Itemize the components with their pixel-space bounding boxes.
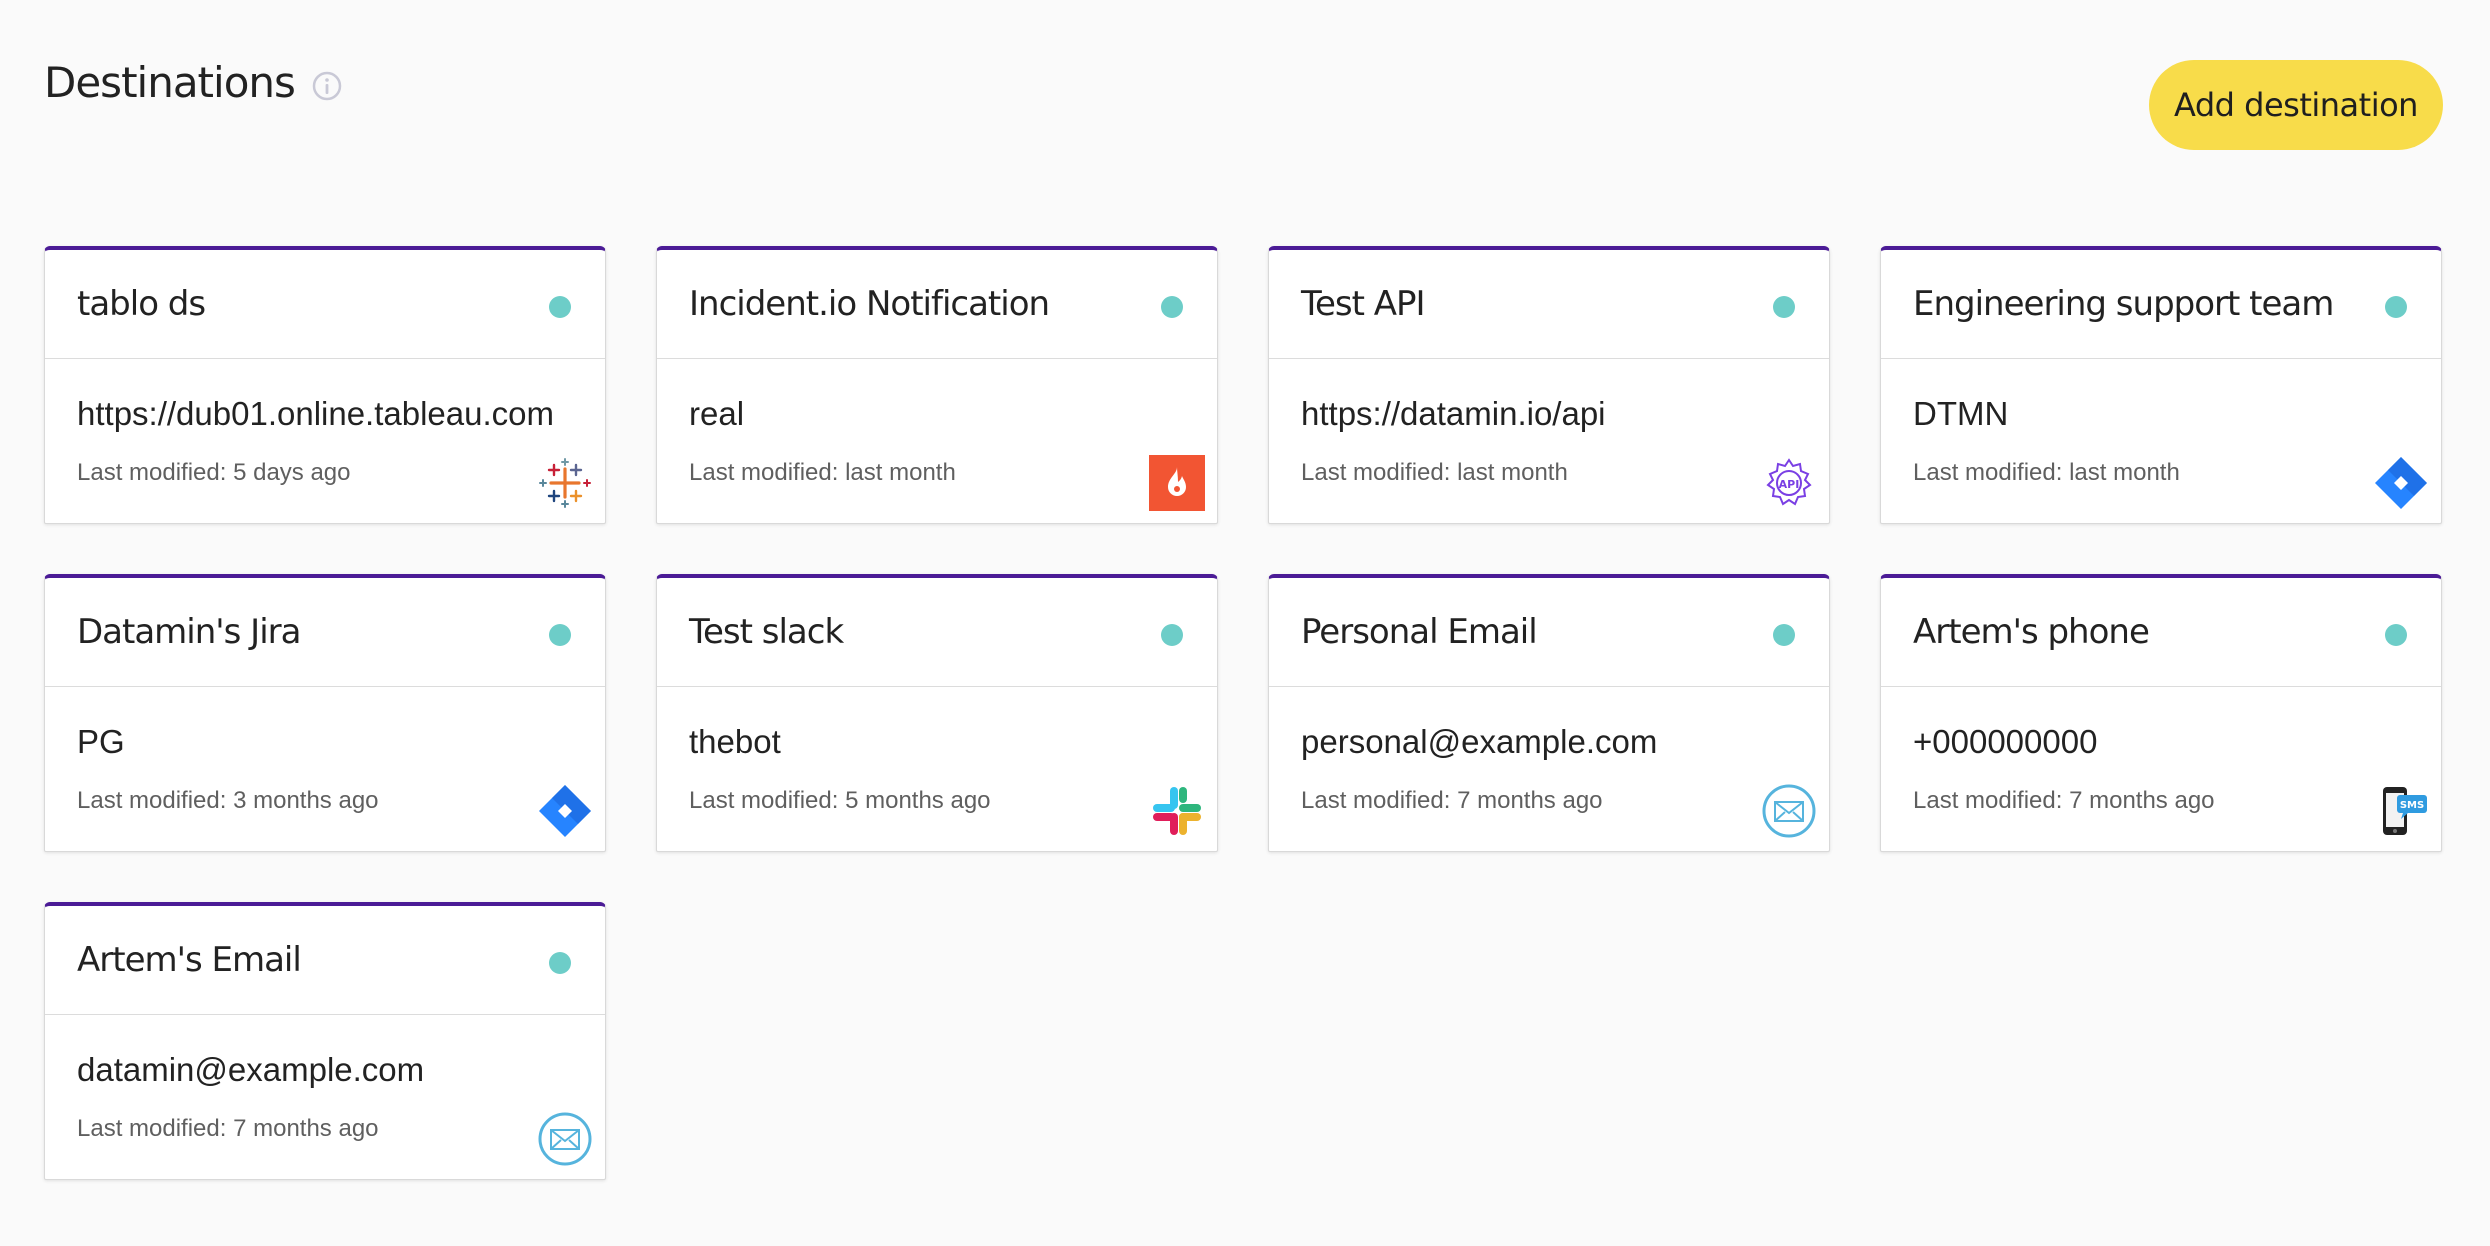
destination-card[interactable]: Engineering support team DTMN Last modifie… bbox=[1880, 246, 2442, 524]
info-icon[interactable] bbox=[311, 70, 343, 102]
card-last-modified: Last modified: last month bbox=[1301, 459, 1568, 486]
status-indicator bbox=[2385, 624, 2407, 646]
card-header: Test API bbox=[1269, 250, 1829, 359]
card-header: Incident.io Notification bbox=[657, 250, 1217, 359]
status-indicator bbox=[1773, 624, 1795, 646]
destination-card[interactable]: Personal Email personal@example.com Last m… bbox=[1268, 574, 1830, 852]
destination-card[interactable]: Artem's phone +000000000 Last modified: 7 … bbox=[1880, 574, 2442, 852]
email-icon bbox=[537, 1111, 593, 1167]
card-title: Datamin's Jira bbox=[77, 612, 301, 652]
card-header: Test slack bbox=[657, 578, 1217, 687]
destination-card[interactable]: Incident.io Notification real Last modifie… bbox=[656, 246, 1218, 524]
status-indicator bbox=[1161, 296, 1183, 318]
card-body: PG Last modified: 3 months ago bbox=[45, 687, 605, 853]
card-title: Test API bbox=[1301, 284, 1426, 324]
card-last-modified: Last modified: last month bbox=[1913, 459, 2180, 486]
destination-card[interactable]: tablo ds https://dub01.online.tableau.com… bbox=[44, 246, 606, 524]
api-gear-icon: API bbox=[1761, 455, 1817, 511]
status-indicator bbox=[549, 624, 571, 646]
card-body: datamin@example.com Last modified: 7 mont… bbox=[45, 1015, 605, 1181]
jira-icon bbox=[537, 783, 593, 839]
card-value: PG bbox=[77, 723, 125, 760]
card-title: Artem's Email bbox=[77, 940, 302, 980]
card-header: Artem's phone bbox=[1881, 578, 2441, 687]
destination-card[interactable]: Datamin's Jira PG Last modified: 3 months … bbox=[44, 574, 606, 852]
card-body: DTMN Last modified: last month bbox=[1881, 359, 2441, 525]
card-title: Personal Email bbox=[1301, 612, 1538, 652]
page-title: Destinations bbox=[44, 58, 296, 107]
card-body: personal@example.com Last modified: 7 mon… bbox=[1269, 687, 1829, 853]
page-header: Destinations bbox=[44, 58, 343, 107]
slack-icon bbox=[1149, 783, 1205, 839]
card-value: https://dub01.online.tableau.com bbox=[77, 395, 555, 432]
card-value: real bbox=[689, 395, 745, 432]
card-last-modified: Last modified: 7 months ago bbox=[77, 1115, 379, 1142]
card-value: DTMN bbox=[1913, 395, 2009, 432]
jira-icon bbox=[2373, 455, 2429, 511]
card-last-modified: Last modified: 5 months ago bbox=[689, 787, 991, 814]
destination-card[interactable]: Artem's Email datamin@example.com Last mod… bbox=[44, 902, 606, 1180]
card-body: thebot Last modified: 5 months ago bbox=[657, 687, 1217, 853]
card-title: Test slack bbox=[689, 612, 844, 652]
incident-io-icon bbox=[1149, 455, 1205, 511]
sms-label: SMS bbox=[2400, 800, 2424, 811]
card-value: https://datamin.io/api bbox=[1301, 395, 1606, 432]
card-body: https://datamin.io/api Last modified: las… bbox=[1269, 359, 1829, 525]
destination-card[interactable]: Test slack thebot Last modified: 5 months … bbox=[656, 574, 1218, 852]
card-last-modified: Last modified: last month bbox=[689, 459, 956, 486]
sms-phone-icon: SMS bbox=[2373, 783, 2429, 839]
card-value: thebot bbox=[689, 723, 781, 760]
email-icon bbox=[1761, 783, 1817, 839]
card-title: Artem's phone bbox=[1913, 612, 2150, 652]
card-last-modified: Last modified: 7 months ago bbox=[1301, 787, 1603, 814]
card-body: real Last modified: last month bbox=[657, 359, 1217, 525]
status-indicator bbox=[1773, 296, 1795, 318]
card-title: Engineering support team bbox=[1913, 284, 2334, 324]
status-indicator bbox=[549, 952, 571, 974]
card-body: https://dub01.online.tableau.com Last mod… bbox=[45, 359, 605, 525]
card-header: Personal Email bbox=[1269, 578, 1829, 687]
status-indicator bbox=[2385, 296, 2407, 318]
card-header: Artem's Email bbox=[45, 906, 605, 1015]
card-header: tablo ds bbox=[45, 250, 605, 359]
add-destination-button[interactable]: Add destination bbox=[2149, 60, 2443, 150]
card-title: tablo ds bbox=[77, 284, 206, 324]
card-last-modified: Last modified: 3 months ago bbox=[77, 787, 379, 814]
card-title: Incident.io Notification bbox=[689, 284, 1050, 324]
card-value: personal@example.com bbox=[1301, 723, 1658, 760]
status-indicator bbox=[1161, 624, 1183, 646]
card-value: datamin@example.com bbox=[77, 1051, 425, 1088]
destination-card[interactable]: Test API https://datamin.io/api Last modif… bbox=[1268, 246, 1830, 524]
destinations-grid: tablo ds https://dub01.online.tableau.com… bbox=[44, 246, 2442, 1180]
svg-text:API: API bbox=[1779, 478, 1800, 491]
card-body: +000000000 Last modified: 7 months ago SMS bbox=[1881, 687, 2441, 853]
status-indicator bbox=[549, 296, 571, 318]
card-last-modified: Last modified: 5 days ago bbox=[77, 459, 351, 486]
tableau-icon bbox=[537, 455, 593, 511]
card-last-modified: Last modified: 7 months ago bbox=[1913, 787, 2215, 814]
card-header: Datamin's Jira bbox=[45, 578, 605, 687]
card-header: Engineering support team bbox=[1881, 250, 2441, 359]
card-value: +000000000 bbox=[1913, 723, 2098, 760]
